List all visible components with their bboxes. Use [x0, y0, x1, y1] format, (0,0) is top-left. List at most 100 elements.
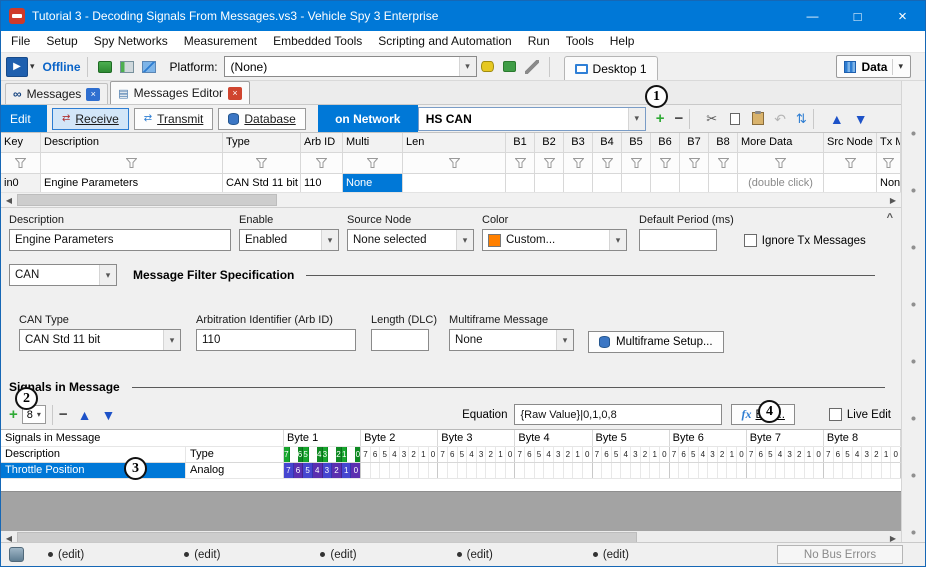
signal-bit-cell[interactable]: [400, 463, 410, 478]
message-cell[interactable]: [680, 174, 709, 192]
message-cell[interactable]: [709, 174, 738, 192]
bit-header-cell[interactable]: 5: [535, 447, 545, 462]
data-button[interactable]: Data ▾: [836, 55, 911, 78]
hardware-icon[interactable]: [118, 58, 136, 76]
filter-cell[interactable]: [622, 153, 651, 173]
bit-header-cell[interactable]: 1: [496, 447, 506, 462]
description-column-header[interactable]: Description: [1, 447, 186, 462]
bit-header-cell[interactable]: 2: [795, 447, 805, 462]
cut-icon[interactable]: ✂: [706, 112, 717, 125]
chevron-down-icon[interactable]: ▾: [30, 61, 35, 72]
menu-item-tools[interactable]: Tools: [558, 31, 602, 52]
message-cell[interactable]: [593, 174, 622, 192]
minimize-button[interactable]: —: [790, 1, 835, 31]
bit-header-cell[interactable]: 2: [486, 447, 496, 462]
column-header[interactable]: B8: [709, 133, 738, 152]
dlc-input[interactable]: [371, 329, 429, 351]
bit-header-cell[interactable]: 3: [477, 447, 487, 462]
column-header[interactable]: B3: [564, 133, 593, 152]
message-cell[interactable]: [651, 174, 680, 192]
signal-bit-cell[interactable]: [448, 463, 458, 478]
bit-header-cell[interactable]: 1: [419, 447, 429, 462]
signal-bit-cell[interactable]: [727, 463, 737, 478]
column-header[interactable]: Tx M: [877, 133, 901, 152]
signal-bit-cell[interactable]: [602, 463, 612, 478]
description-input[interactable]: Engine Parameters: [9, 229, 231, 251]
column-header[interactable]: Len: [403, 133, 506, 152]
signal-bit-cell[interactable]: 5: [303, 463, 313, 478]
signal-bit-cell[interactable]: 0: [351, 463, 360, 478]
filter-cell[interactable]: [738, 153, 824, 173]
bit-header-cell[interactable]: 5: [612, 447, 622, 462]
column-header[interactable]: Description: [41, 133, 223, 152]
tab-messages[interactable]: ∞ Messages ×: [5, 83, 108, 104]
type-column-header[interactable]: Type: [186, 447, 284, 462]
filter-cell[interactable]: [824, 153, 877, 173]
column-header[interactable]: B2: [535, 133, 564, 152]
filter-cell[interactable]: [343, 153, 403, 173]
message-cell[interactable]: [403, 174, 506, 192]
signal-bit-cell[interactable]: [882, 463, 892, 478]
checkbox-icon[interactable]: [829, 408, 842, 421]
message-cell[interactable]: in0: [1, 174, 41, 192]
message-cell[interactable]: [564, 174, 593, 192]
bit-header-cell[interactable]: 7: [747, 447, 757, 462]
signal-bit-cell[interactable]: 3: [323, 463, 333, 478]
column-header[interactable]: B5: [622, 133, 651, 152]
maximize-button[interactable]: □: [835, 1, 880, 31]
bit-header-cell[interactable]: 3: [554, 447, 564, 462]
undo-icon[interactable]: ↶: [774, 112, 786, 126]
status-edit-item[interactable]: (edit): [593, 549, 629, 561]
signal-bit-cell[interactable]: [660, 463, 669, 478]
bit-header-cell[interactable]: 5: [689, 447, 699, 462]
signal-bit-cell[interactable]: 4: [313, 463, 323, 478]
signal-bit-cell[interactable]: [814, 463, 823, 478]
add-signal-button[interactable]: +: [9, 407, 18, 422]
signal-bit-cell[interactable]: [535, 463, 545, 478]
move-down-icon[interactable]: ▼: [854, 112, 868, 126]
bit-header-cell[interactable]: 7: [284, 447, 290, 462]
add-message-button[interactable]: +: [656, 111, 665, 126]
bit-header-cell[interactable]: 0: [355, 447, 360, 462]
menu-item-scripting-and-automation[interactable]: Scripting and Automation: [370, 31, 519, 52]
signal-bit-cell[interactable]: [862, 463, 872, 478]
play-icon[interactable]: ▶: [6, 57, 28, 77]
bit-header-cell[interactable]: 5: [303, 447, 309, 462]
signal-bit-cell[interactable]: [853, 463, 863, 478]
bit-header-cell[interactable]: 2: [409, 447, 419, 462]
signal-bit-cell[interactable]: [371, 463, 381, 478]
status-edit-item[interactable]: (edit): [48, 549, 84, 561]
signal-bit-cell[interactable]: [554, 463, 564, 478]
signal-bit-cell[interactable]: [515, 463, 525, 478]
bit-header-cell[interactable]: 3: [785, 447, 795, 462]
status-edit-item[interactable]: (edit): [184, 549, 220, 561]
bit-header-cell[interactable]: 6: [525, 447, 535, 462]
column-header[interactable]: B1: [506, 133, 535, 152]
database-button[interactable]: Database: [218, 108, 305, 130]
menu-item-embedded-tools[interactable]: Embedded Tools: [265, 31, 370, 52]
filter-cell[interactable]: [651, 153, 680, 173]
wrench-icon[interactable]: [523, 58, 541, 76]
bit-header-cell[interactable]: 5: [766, 447, 776, 462]
signal-bit-cell[interactable]: [756, 463, 766, 478]
signal-bit-cell[interactable]: [766, 463, 776, 478]
bit-header-cell[interactable]: 0: [660, 447, 669, 462]
signal-bit-cell[interactable]: [718, 463, 728, 478]
signal-bit-cell[interactable]: [776, 463, 786, 478]
message-cell[interactable]: CAN Std 11 bit: [223, 174, 301, 192]
signal-bit-cell[interactable]: [573, 463, 583, 478]
signal-bit-cell[interactable]: [477, 463, 487, 478]
close-button[interactable]: ×: [880, 1, 925, 31]
signal-bit-cell[interactable]: [641, 463, 651, 478]
signal-bit-cell[interactable]: [361, 463, 371, 478]
signal-bit-cell[interactable]: [805, 463, 815, 478]
live-edit-checkbox[interactable]: Live Edit: [829, 408, 891, 421]
bit-header-cell[interactable]: 0: [583, 447, 592, 462]
bit-header-cell[interactable]: 4: [467, 447, 477, 462]
bit-header-cell[interactable]: 2: [564, 447, 574, 462]
network-select[interactable]: HS CAN ▾: [418, 107, 646, 131]
filter-cell[interactable]: [41, 153, 223, 173]
bit-header-cell[interactable]: 0: [737, 447, 746, 462]
signal-bit-cell[interactable]: [429, 463, 438, 478]
bit-header-cell[interactable]: 6: [679, 447, 689, 462]
